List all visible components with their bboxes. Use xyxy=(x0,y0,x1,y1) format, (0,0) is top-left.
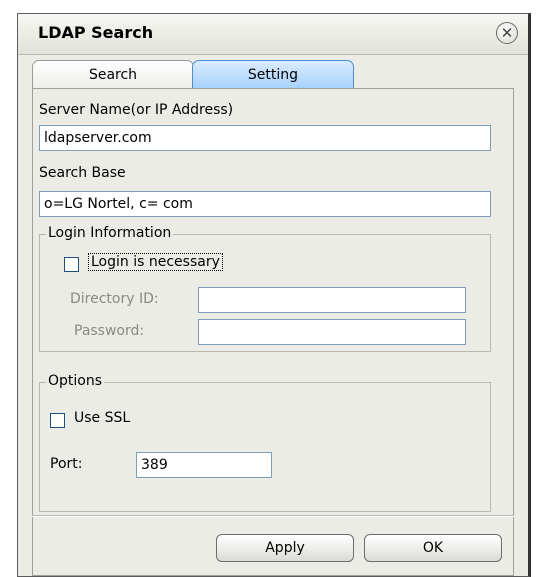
login-information-group: Login Information Login is necessary Dir… xyxy=(39,225,491,352)
server-name-input[interactable]: ldapserver.com xyxy=(39,125,491,151)
use-ssl-checkbox[interactable] xyxy=(50,413,65,428)
button-separator xyxy=(32,515,514,517)
ok-button[interactable]: OK xyxy=(364,534,502,562)
close-icon[interactable]: ✕ xyxy=(496,22,518,44)
port-label: Port: xyxy=(50,456,83,472)
options-group: Options Use SSL Port: 389 xyxy=(39,373,491,512)
password-input[interactable] xyxy=(198,319,466,345)
port-input[interactable]: 389 xyxy=(136,452,272,478)
ldap-search-dialog: LDAP Search ✕ Search Setting Server Name… xyxy=(17,13,531,577)
options-legend: Options xyxy=(46,373,105,389)
tab-strip: Search Setting xyxy=(32,60,514,88)
login-information-legend: Login Information xyxy=(46,225,174,241)
directory-id-input[interactable] xyxy=(198,287,466,313)
server-name-label: Server Name(or IP Address) xyxy=(39,102,234,118)
login-necessary-checkbox[interactable] xyxy=(64,257,79,272)
use-ssl-label[interactable]: Use SSL xyxy=(74,410,130,426)
password-label: Password: xyxy=(74,323,145,339)
apply-button[interactable]: Apply xyxy=(216,534,354,562)
search-base-input[interactable]: o=LG Nortel, c= com xyxy=(39,191,491,217)
title-bar: LDAP Search ✕ xyxy=(18,14,528,55)
login-necessary-label[interactable]: Login is necessary xyxy=(88,253,223,271)
search-base-label: Search Base xyxy=(39,165,126,181)
tab-search[interactable]: Search xyxy=(32,60,194,88)
window-title: LDAP Search xyxy=(38,23,154,42)
settings-panel: Server Name(or IP Address) ldapserver.co… xyxy=(32,88,514,576)
tab-setting[interactable]: Setting xyxy=(192,60,354,88)
directory-id-label: Directory ID: xyxy=(70,291,159,307)
